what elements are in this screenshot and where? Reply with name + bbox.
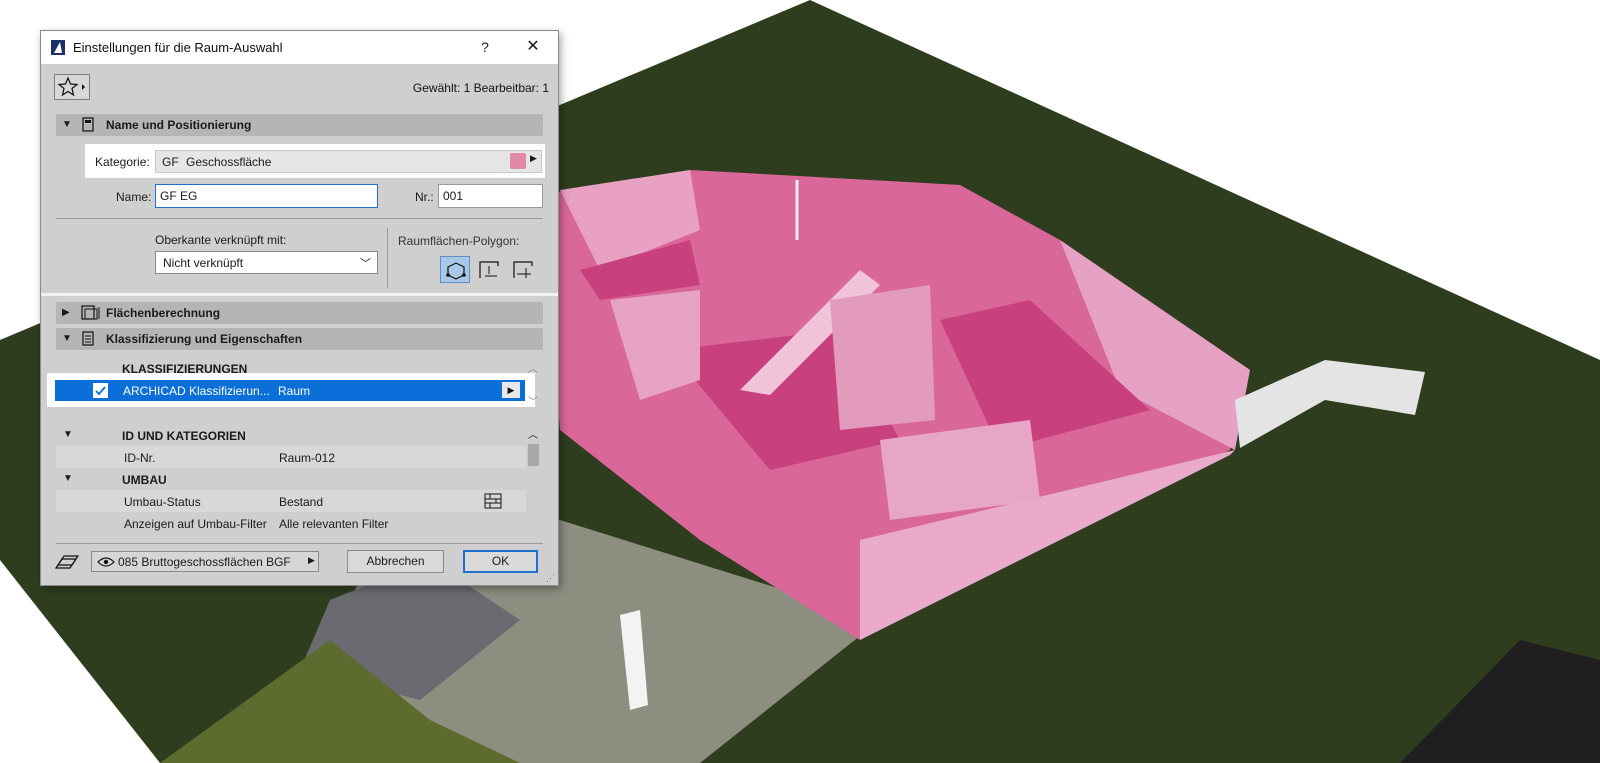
arrow-right-icon: ▶	[308, 555, 315, 565]
polygon-mode-button-3[interactable]	[508, 256, 538, 283]
group-title: ID UND KATEGORIEN	[122, 429, 246, 443]
eye-icon	[97, 557, 115, 567]
footer-divider	[56, 543, 543, 544]
checkbox[interactable]	[93, 383, 108, 398]
selection-info: Gewählt: 1 Bearbeitbar: 1	[412, 81, 549, 95]
scroll-up-icon[interactable]: ︿	[528, 426, 538, 441]
property-value: Bestand	[279, 495, 324, 509]
collapse-triangle-icon: ▼	[62, 333, 72, 344]
group-title: UMBAU	[122, 473, 167, 487]
property-value: Raum-012	[279, 451, 336, 465]
close-button[interactable]: ✕	[523, 37, 543, 57]
room-stamp-icon	[82, 117, 94, 132]
view-settings-selector[interactable]: 085 Bruttogeschossflächen BGF ▶	[91, 551, 319, 572]
classification-row[interactable]: ARCHICAD Klassifizierun... Raum ▶	[55, 380, 525, 401]
group-header-umbau[interactable]: ▼ UMBAU	[56, 470, 526, 490]
section-header-classification[interactable]: ▼ Klassifizierung und Eigenschaften	[56, 328, 543, 350]
property-name: ID-Nr.	[124, 451, 156, 465]
room-polygon-icon	[446, 262, 466, 280]
section-separator	[41, 293, 558, 296]
classification-system: ARCHICAD Klassifizierun...	[123, 384, 270, 398]
classification-value: Raum	[278, 384, 311, 398]
group-header-id[interactable]: ▼ ID UND KATEGORIEN	[56, 426, 526, 446]
renovation-filter-icon[interactable]	[484, 492, 502, 510]
polygon-mode-button-1[interactable]	[440, 256, 470, 283]
polygon-label: Raumflächen-Polygon:	[398, 234, 520, 248]
category-name: Geschossfläche	[186, 155, 272, 169]
chevron-down-icon: ﹀	[360, 258, 371, 270]
layer-icon[interactable]	[54, 552, 80, 570]
section-header-name[interactable]: ▼ Name und Positionierung	[56, 114, 543, 136]
name-input[interactable]: GF EG	[155, 184, 378, 208]
title-bar: Einstellungen für die Raum-Auswahl ? ✕	[41, 31, 558, 64]
category-selector[interactable]: GF Geschossfläche ▶	[155, 150, 542, 173]
scroll-down-icon[interactable]: ﹀	[528, 393, 538, 408]
nr-label: Nr.:	[415, 190, 434, 204]
dialog-title: Einstellungen für die Raum-Auswahl	[73, 40, 283, 55]
top-link-select[interactable]: Nicht verknüpft ﹀	[155, 251, 378, 274]
polygon-reduce-icon	[479, 261, 499, 278]
section-title: Klassifizierung und Eigenschaften	[106, 332, 303, 346]
archicad-logo-icon	[51, 40, 65, 55]
resize-grip-icon[interactable]: ⋰	[546, 573, 555, 584]
category-panel: Kategorie: GF Geschossfläche ▶	[85, 144, 545, 178]
favorites-button[interactable]	[54, 74, 90, 100]
property-value: Alle relevanten Filter	[279, 517, 389, 531]
section-header-area[interactable]: ▶ Flächenberechnung	[56, 302, 543, 324]
view-label: 085 Bruttogeschossflächen BGF	[118, 555, 291, 569]
section-title: Flächenberechnung	[106, 306, 221, 320]
collapse-triangle-icon: ▼	[63, 429, 73, 440]
vertical-divider	[387, 228, 388, 288]
category-color-swatch	[510, 153, 526, 169]
property-name: Anzeigen auf Umbau-Filter	[124, 517, 267, 531]
name-label: Name:	[116, 190, 152, 204]
collapse-triangle-icon: ▼	[62, 119, 72, 130]
properties-icon	[82, 331, 94, 346]
collapse-triangle-icon: ▼	[63, 473, 73, 484]
scrollbar-thumb[interactable]	[528, 444, 539, 466]
help-button[interactable]: ?	[475, 37, 495, 57]
category-label: Kategorie:	[95, 155, 150, 169]
top-link-label: Oberkante verknüpft mit:	[155, 233, 287, 247]
polygon-mode-button-2[interactable]	[474, 256, 504, 283]
ok-button[interactable]: OK	[463, 550, 538, 573]
table-row[interactable]: Anzeigen auf Umbau-Filter Alle relevante…	[56, 512, 526, 534]
property-name: Umbau-Status	[124, 495, 201, 509]
arrow-right-icon[interactable]: ▶	[530, 153, 537, 164]
cancel-button[interactable]: Abbrechen	[347, 550, 444, 573]
interior-wall-1	[830, 285, 935, 430]
category-code: GF	[162, 155, 179, 169]
room-settings-dialog: Einstellungen für die Raum-Auswahl ? ✕ G…	[40, 30, 559, 586]
divider	[56, 218, 543, 219]
star-icon	[57, 76, 85, 97]
table-row[interactable]: Umbau-Status Bestand	[56, 490, 526, 512]
checkmark-icon	[95, 386, 106, 396]
section-title: Name und Positionierung	[106, 118, 252, 132]
nr-input[interactable]: 001	[438, 184, 543, 208]
polygon-extend-icon	[513, 261, 533, 278]
expand-triangle-icon: ▶	[62, 307, 70, 318]
table-row[interactable]: ID-Nr. Raum-012	[56, 446, 526, 468]
top-link-value: Nicht verknüpft	[163, 256, 244, 270]
scrollbar[interactable]: ︿	[526, 426, 541, 534]
area-calculation-icon	[81, 305, 100, 320]
arrow-right-icon[interactable]: ▶	[502, 382, 520, 398]
